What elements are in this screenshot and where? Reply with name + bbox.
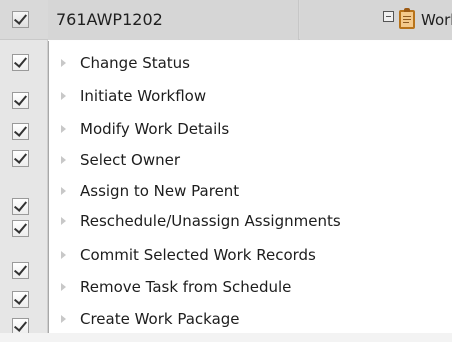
menu-item-remove-task-from-schedule[interactable]: Remove Task from Schedule <box>49 273 452 302</box>
row-checkbox[interactable] <box>12 291 29 308</box>
menu-item-commit-selected-work-records[interactable]: Commit Selected Work Records <box>49 241 452 270</box>
next-row-partial <box>0 333 452 342</box>
menu-item-label: Assign to New Parent <box>80 182 240 200</box>
chevron-right-icon <box>61 283 66 291</box>
menu-item-reschedule-unassign[interactable]: Reschedule/Unassign Assignments <box>49 207 452 236</box>
clipboard-icon <box>399 8 415 29</box>
menu-item-label: Create Work Package <box>80 310 240 328</box>
row-checkbox[interactable] <box>12 198 29 215</box>
context-menu: Change Status Initiate Workflow Modify W… <box>48 41 452 340</box>
top-row-checkbox[interactable] <box>12 11 29 28</box>
chevron-right-icon <box>61 156 66 164</box>
chevron-right-icon <box>61 125 66 133</box>
menu-item-label: Select Owner <box>80 151 181 169</box>
chevron-right-icon <box>61 92 66 100</box>
row-checkbox[interactable] <box>12 92 29 109</box>
menu-item-label: Reschedule/Unassign Assignments <box>80 212 341 230</box>
menu-item-create-work-package[interactable]: Create Work Package <box>49 305 452 334</box>
chevron-right-icon <box>61 187 66 195</box>
chevron-right-icon <box>61 59 66 67</box>
collapse-icon[interactable] <box>383 11 394 22</box>
chevron-right-icon <box>61 251 66 259</box>
work-records-screen: 761AWP1202 Work Change Status Initiate W… <box>0 0 452 342</box>
row-checkbox[interactable] <box>12 262 29 279</box>
menu-item-assign-to-new-parent[interactable]: Assign to New Parent <box>49 177 452 206</box>
menu-item-label: Change Status <box>80 54 190 72</box>
row-checkbox[interactable] <box>12 123 29 140</box>
menu-item-label: Modify Work Details <box>80 120 230 138</box>
row-checkbox[interactable] <box>12 220 29 237</box>
work-record-id[interactable]: 761AWP1202 <box>48 0 299 40</box>
menu-item-label: Commit Selected Work Records <box>80 246 316 264</box>
chevron-right-icon <box>61 217 66 225</box>
chevron-right-icon <box>61 315 66 323</box>
menu-item-label: Initiate Workflow <box>80 87 207 105</box>
row-checkbox[interactable] <box>12 150 29 167</box>
menu-item-label: Remove Task from Schedule <box>80 278 292 296</box>
row-checkbox[interactable] <box>12 54 29 71</box>
menu-item-modify-work-details[interactable]: Modify Work Details <box>49 115 452 144</box>
menu-item-select-owner[interactable]: Select Owner <box>49 146 452 175</box>
work-title-text: Work <box>421 11 452 29</box>
menu-item-change-status[interactable]: Change Status <box>49 49 452 78</box>
menu-item-initiate-workflow[interactable]: Initiate Workflow <box>49 82 452 111</box>
selected-work-row[interactable]: 761AWP1202 Work <box>0 0 452 40</box>
